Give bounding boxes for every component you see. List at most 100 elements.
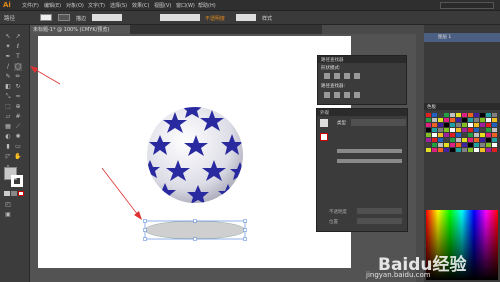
blend-slider[interactable] [337, 159, 402, 163]
appearance-row-fill[interactable] [351, 119, 406, 126]
color-swatch[interactable] [438, 123, 443, 127]
color-swatch[interactable] [474, 118, 479, 122]
color-swatch[interactable] [450, 138, 455, 142]
color-swatch[interactable] [486, 138, 491, 142]
color-swatch[interactable] [450, 128, 455, 132]
color-swatch[interactable] [456, 133, 461, 137]
color-swatch[interactable] [486, 143, 491, 147]
color-swatch[interactable] [432, 113, 437, 117]
color-swatch[interactable] [474, 133, 479, 137]
color-swatch[interactable] [426, 123, 431, 127]
color-swatch[interactable] [426, 128, 431, 132]
shadow-ellipse[interactable] [144, 220, 246, 240]
color-swatch[interactable] [450, 113, 455, 117]
color-swatch[interactable] [432, 128, 437, 132]
color-swatch[interactable] [456, 128, 461, 132]
color-swatch[interactable] [450, 148, 455, 152]
appearance-panel-title[interactable]: 外观 [317, 109, 407, 116]
color-swatch[interactable] [492, 113, 497, 117]
position-value-field[interactable] [357, 218, 402, 224]
divide-button[interactable] [324, 92, 330, 98]
color-swatch[interactable] [432, 148, 437, 152]
exclude-button[interactable] [354, 73, 360, 79]
color-swatch[interactable] [450, 118, 455, 122]
color-swatch[interactable] [444, 123, 449, 127]
color-swatch[interactable] [486, 133, 491, 137]
color-swatch[interactable] [432, 138, 437, 142]
color-swatch[interactable] [474, 138, 479, 142]
color-swatch[interactable] [456, 143, 461, 147]
color-swatch[interactable] [438, 138, 443, 142]
color-swatch[interactable] [480, 133, 485, 137]
color-swatch[interactable] [450, 133, 455, 137]
color-swatch[interactable] [462, 148, 467, 152]
color-swatch[interactable] [456, 123, 461, 127]
color-swatch[interactable] [444, 133, 449, 137]
crop-button[interactable] [354, 92, 360, 98]
color-swatch[interactable] [462, 143, 467, 147]
color-swatch[interactable] [444, 138, 449, 142]
color-swatch[interactable] [438, 118, 443, 122]
color-swatch[interactable] [426, 113, 431, 117]
color-swatch[interactable] [480, 118, 485, 122]
stroke-indicator[interactable] [320, 133, 328, 141]
color-swatch[interactable] [462, 128, 467, 132]
color-swatch[interactable] [462, 123, 467, 127]
color-swatch[interactable] [462, 138, 467, 142]
color-swatch[interactable] [456, 118, 461, 122]
color-swatch[interactable] [456, 148, 461, 152]
color-swatch[interactable] [468, 148, 473, 152]
color-swatch[interactable] [438, 143, 443, 147]
color-swatch[interactable] [438, 148, 443, 152]
swatches-panel-title[interactable]: 色板 [424, 103, 500, 110]
merge-button[interactable] [344, 92, 350, 98]
color-swatch[interactable] [492, 133, 497, 137]
color-swatch[interactable] [480, 138, 485, 142]
color-swatch[interactable] [480, 123, 485, 127]
color-swatch[interactable] [480, 143, 485, 147]
color-swatch[interactable] [480, 148, 485, 152]
color-swatch[interactable] [486, 118, 491, 122]
color-swatch[interactable] [426, 143, 431, 147]
color-swatch[interactable] [486, 148, 491, 152]
color-swatch[interactable] [426, 138, 431, 142]
pathfinder-panel-title[interactable]: 路径查找器 [318, 56, 406, 63]
color-swatch[interactable] [444, 118, 449, 122]
color-swatch[interactable] [468, 118, 473, 122]
color-swatch[interactable] [432, 143, 437, 147]
opacity-value-field[interactable] [357, 208, 402, 214]
color-swatch[interactable] [480, 128, 485, 132]
color-swatch[interactable] [492, 123, 497, 127]
color-swatch[interactable] [450, 123, 455, 127]
opacity-slider[interactable] [337, 149, 402, 153]
color-swatch[interactable] [468, 128, 473, 132]
color-swatch[interactable] [444, 128, 449, 132]
color-swatch[interactable] [456, 113, 461, 117]
color-swatch[interactable] [426, 133, 431, 137]
color-swatch[interactable] [438, 133, 443, 137]
color-swatch[interactable] [468, 133, 473, 137]
minus-front-button[interactable] [334, 73, 340, 79]
color-swatch[interactable] [474, 123, 479, 127]
color-swatch[interactable] [432, 133, 437, 137]
color-swatch[interactable] [426, 148, 431, 152]
color-swatch[interactable] [468, 143, 473, 147]
color-swatch[interactable] [474, 143, 479, 147]
color-swatch[interactable] [492, 148, 497, 152]
color-swatch[interactable] [456, 138, 461, 142]
color-swatch[interactable] [492, 128, 497, 132]
color-swatch[interactable] [462, 113, 467, 117]
color-swatch[interactable] [486, 128, 491, 132]
color-swatch[interactable] [462, 118, 467, 122]
color-swatch[interactable] [474, 148, 479, 152]
color-swatch[interactable] [468, 123, 473, 127]
color-swatch[interactable] [492, 138, 497, 142]
color-swatch[interactable] [462, 133, 467, 137]
color-swatch[interactable] [438, 128, 443, 132]
color-swatch[interactable] [480, 113, 485, 117]
color-swatch[interactable] [444, 113, 449, 117]
color-swatch[interactable] [486, 113, 491, 117]
color-swatch[interactable] [450, 143, 455, 147]
color-swatch[interactable] [474, 128, 479, 132]
color-swatch[interactable] [426, 118, 431, 122]
